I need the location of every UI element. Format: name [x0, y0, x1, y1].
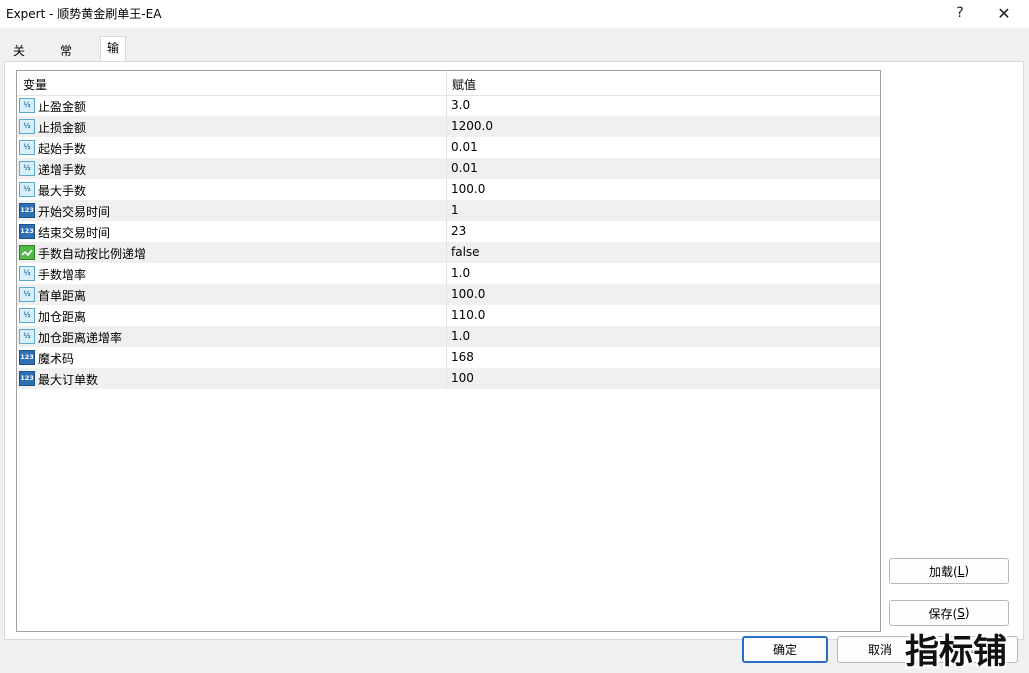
parameter-row[interactable]: ½ 加仓距离 110.0 — [17, 305, 880, 326]
row-divider — [446, 263, 447, 284]
parameter-name: 加仓距离 — [38, 310, 87, 324]
grid-rows: ½ 止盈金额 3.0 ½ 止损金额 1200.0 ½ 起始手数 0.01 ½ 递增手数 0.01 ½ 最大… — [17, 95, 880, 389]
parameter-row[interactable]: 123 开始交易时间 1 — [17, 200, 880, 221]
row-divider — [446, 179, 447, 200]
parameter-name: 起始手数 — [38, 142, 87, 156]
load-button-label-end: ) — [964, 564, 970, 578]
column-header-variable[interactable]: 变量 — [23, 76, 47, 93]
load-button-key: L — [957, 564, 965, 578]
parameter-row[interactable]: ½ 首单距离 100.0 — [17, 284, 880, 305]
row-divider — [446, 326, 447, 347]
help-button[interactable]: ? — [940, 2, 980, 24]
double-icon: ½ — [19, 182, 35, 197]
double-icon: ½ — [19, 161, 35, 176]
parameter-row[interactable]: 手数自动按比例递增 false — [17, 242, 880, 263]
parameter-value[interactable]: 100.0 — [451, 287, 485, 301]
row-divider — [446, 368, 447, 389]
row-divider — [446, 305, 447, 326]
parameter-value[interactable]: 23 — [451, 224, 466, 238]
boolean-icon — [19, 245, 35, 260]
parameter-row[interactable]: ½ 止盈金额 3.0 — [17, 95, 880, 116]
parameter-value[interactable]: 100.0 — [451, 182, 485, 196]
integer-icon: 123 — [19, 224, 35, 239]
parameter-row[interactable]: ½ 加仓距离递增率 1.0 — [17, 326, 880, 347]
tab-common[interactable]: 常用 — [53, 40, 79, 78]
row-divider — [446, 200, 447, 221]
parameter-value[interactable]: 3.0 — [451, 98, 470, 112]
parameter-name: 魔术码 — [38, 352, 75, 366]
integer-icon: 123 — [19, 203, 35, 218]
load-button-label: 加载( — [928, 564, 958, 579]
save-button[interactable]: 保存(S) — [889, 600, 1009, 626]
grid-header: 变量 赋值 — [17, 71, 880, 96]
parameter-name: 止盈金额 — [38, 100, 87, 114]
parameter-value[interactable]: 1.0 — [451, 266, 470, 280]
parameter-name: 加仓距离递增率 — [38, 331, 123, 345]
row-divider — [446, 221, 447, 242]
watermark-logo: 指标铺 — [905, 632, 1007, 672]
parameter-value[interactable]: 0.01 — [451, 161, 478, 175]
row-divider — [446, 347, 447, 368]
column-divider[interactable] — [446, 71, 447, 95]
parameter-name: 手数自动按比例递增 — [38, 247, 147, 261]
double-icon: ½ — [19, 308, 35, 323]
parameter-value[interactable]: 100 — [451, 371, 474, 385]
parameter-row[interactable]: 123 结束交易时间 23 — [17, 221, 880, 242]
row-divider — [446, 158, 447, 179]
parameter-row[interactable]: ½ 递增手数 0.01 — [17, 158, 880, 179]
parameter-name: 递增手数 — [38, 163, 87, 177]
parameter-name: 止损金额 — [38, 121, 87, 135]
parameter-value[interactable]: 1.0 — [451, 329, 470, 343]
window-title: Expert - 顺势黄金刷单王-EA — [6, 7, 162, 21]
parameter-name: 最大手数 — [38, 184, 87, 198]
boolean-check-glyph — [21, 249, 33, 257]
row-divider — [446, 137, 447, 158]
parameter-row[interactable]: ½ 最大手数 100.0 — [17, 179, 880, 200]
double-icon: ½ — [19, 287, 35, 302]
close-button[interactable]: ✕ — [984, 2, 1024, 24]
parameters-grid: 变量 赋值 ½ 止盈金额 3.0 ½ 止损金额 1200.0 ½ 起始手数 0.01 ½ 递增手数 0… — [16, 70, 881, 632]
save-button-label-end: ) — [964, 606, 970, 620]
load-button[interactable]: 加载(L) — [889, 558, 1009, 584]
row-divider — [446, 242, 447, 263]
double-icon: ½ — [19, 266, 35, 281]
double-icon: ½ — [19, 119, 35, 134]
parameter-row[interactable]: ½ 止损金额 1200.0 — [17, 116, 880, 137]
row-divider — [446, 116, 447, 137]
integer-icon: 123 — [19, 371, 35, 386]
double-icon: ½ — [19, 329, 35, 344]
ok-button[interactable]: 确定 — [742, 636, 828, 663]
save-button-key: S — [957, 606, 965, 620]
parameter-name: 结束交易时间 — [38, 226, 111, 240]
double-icon: ½ — [19, 140, 35, 155]
title-bar: Expert - 顺势黄金刷单王-EA ? ✕ — [0, 0, 1029, 28]
parameter-value[interactable]: 110.0 — [451, 308, 485, 322]
parameter-name: 最大订单数 — [38, 373, 99, 387]
parameter-value[interactable]: 1200.0 — [451, 119, 493, 133]
parameter-name: 手数增率 — [38, 268, 87, 282]
parameter-row[interactable]: ½ 手数增率 1.0 — [17, 263, 880, 284]
parameter-name: 首单距离 — [38, 289, 87, 303]
column-header-value[interactable]: 赋值 — [452, 76, 476, 93]
parameter-value[interactable]: 1 — [451, 203, 459, 217]
row-divider — [446, 284, 447, 305]
save-button-label: 保存( — [928, 606, 958, 621]
tab-about[interactable]: 关于 — [6, 40, 32, 78]
parameter-row[interactable]: 123 最大订单数 100 — [17, 368, 880, 389]
integer-icon: 123 — [19, 350, 35, 365]
parameter-row[interactable]: ½ 起始手数 0.01 — [17, 137, 880, 158]
double-icon: ½ — [19, 98, 35, 113]
parameter-row[interactable]: 123 魔术码 168 — [17, 347, 880, 368]
row-divider — [446, 95, 447, 116]
parameter-name: 开始交易时间 — [38, 205, 111, 219]
parameter-value[interactable]: false — [451, 245, 480, 259]
tab-inputs[interactable]: 输入参数 — [100, 36, 127, 121]
parameter-value[interactable]: 0.01 — [451, 140, 478, 154]
parameter-value[interactable]: 168 — [451, 350, 474, 364]
